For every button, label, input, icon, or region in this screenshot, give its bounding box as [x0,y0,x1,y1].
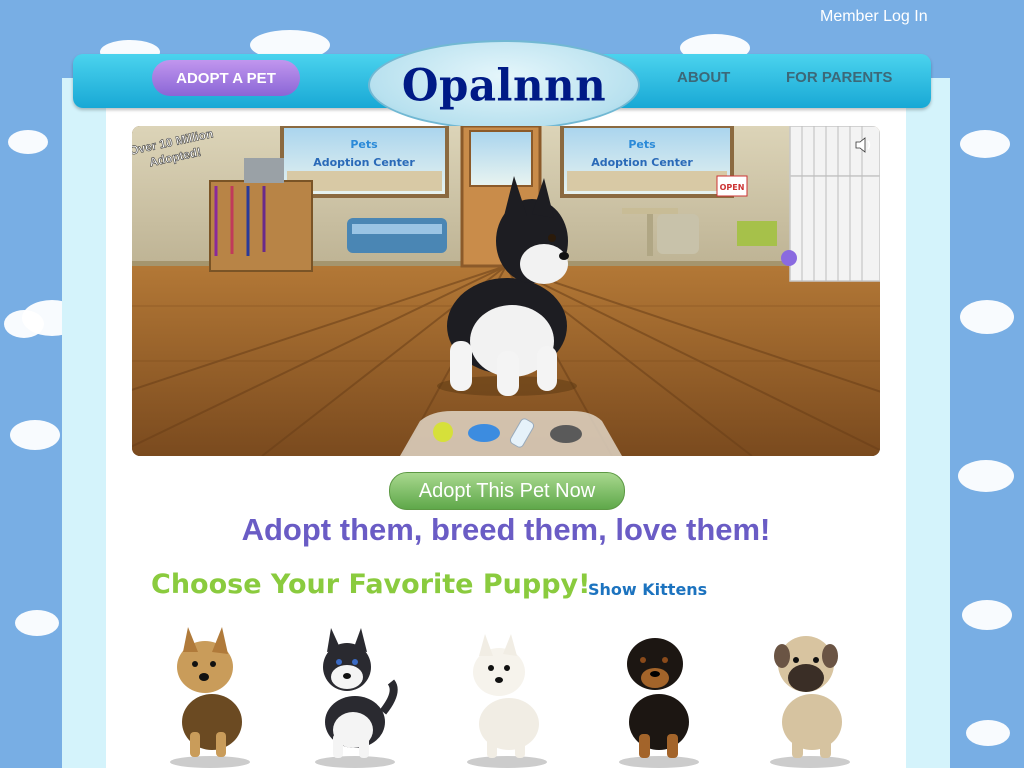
cloud [960,300,1014,334]
puppy-westie[interactable] [445,622,565,768]
adoption-center-scene: OPEN Adoption Center Pets Adoption Cente… [132,126,880,456]
window-brand-right: Pets [628,138,656,151]
food-bowl-icon[interactable] [550,425,582,443]
cloud [962,600,1012,630]
adopt-a-pet-button[interactable]: ADOPT A PET [152,60,300,96]
window-brand-left: Pets [350,138,378,151]
puppy-mastiff[interactable] [748,622,868,768]
cloud [10,420,60,450]
puppy-rottweiler[interactable] [597,622,717,768]
choose-puppy-heading: Choose Your Favorite Puppy! [151,569,591,600]
show-kittens-link[interactable]: Show Kittens [588,580,707,599]
nav-about[interactable]: ABOUT [677,69,730,86]
adopt-this-pet-button[interactable]: Adopt This Pet Now [389,472,625,510]
speaker-icon[interactable] [854,136,874,154]
window-sign-left: Adoption Center [313,156,415,169]
puppy-yorkshire-terrier[interactable] [150,622,270,768]
tennis-ball-icon[interactable] [433,422,453,442]
window-sign-right: Adoption Center [591,156,693,169]
puppy-husky[interactable] [295,622,415,768]
member-login-link[interactable]: Member Log In [820,8,928,26]
logo-text: Opalnnn [401,59,607,111]
cloud [8,130,48,154]
cloud [15,610,59,636]
nav-for-parents[interactable]: FOR PARENTS [786,69,892,86]
open-sign: OPEN [720,183,745,192]
cloud [960,130,1010,158]
tagline: Adopt them, breed them, love them! [241,512,771,547]
pet-viewer[interactable]: OPEN Adoption Center Pets Adoption Cente… [132,126,880,456]
frisbee-icon[interactable] [468,424,500,442]
cloud [958,460,1014,492]
cloud [4,310,44,338]
cloud [966,720,1010,746]
site-logo[interactable]: Opalnnn [368,40,640,130]
